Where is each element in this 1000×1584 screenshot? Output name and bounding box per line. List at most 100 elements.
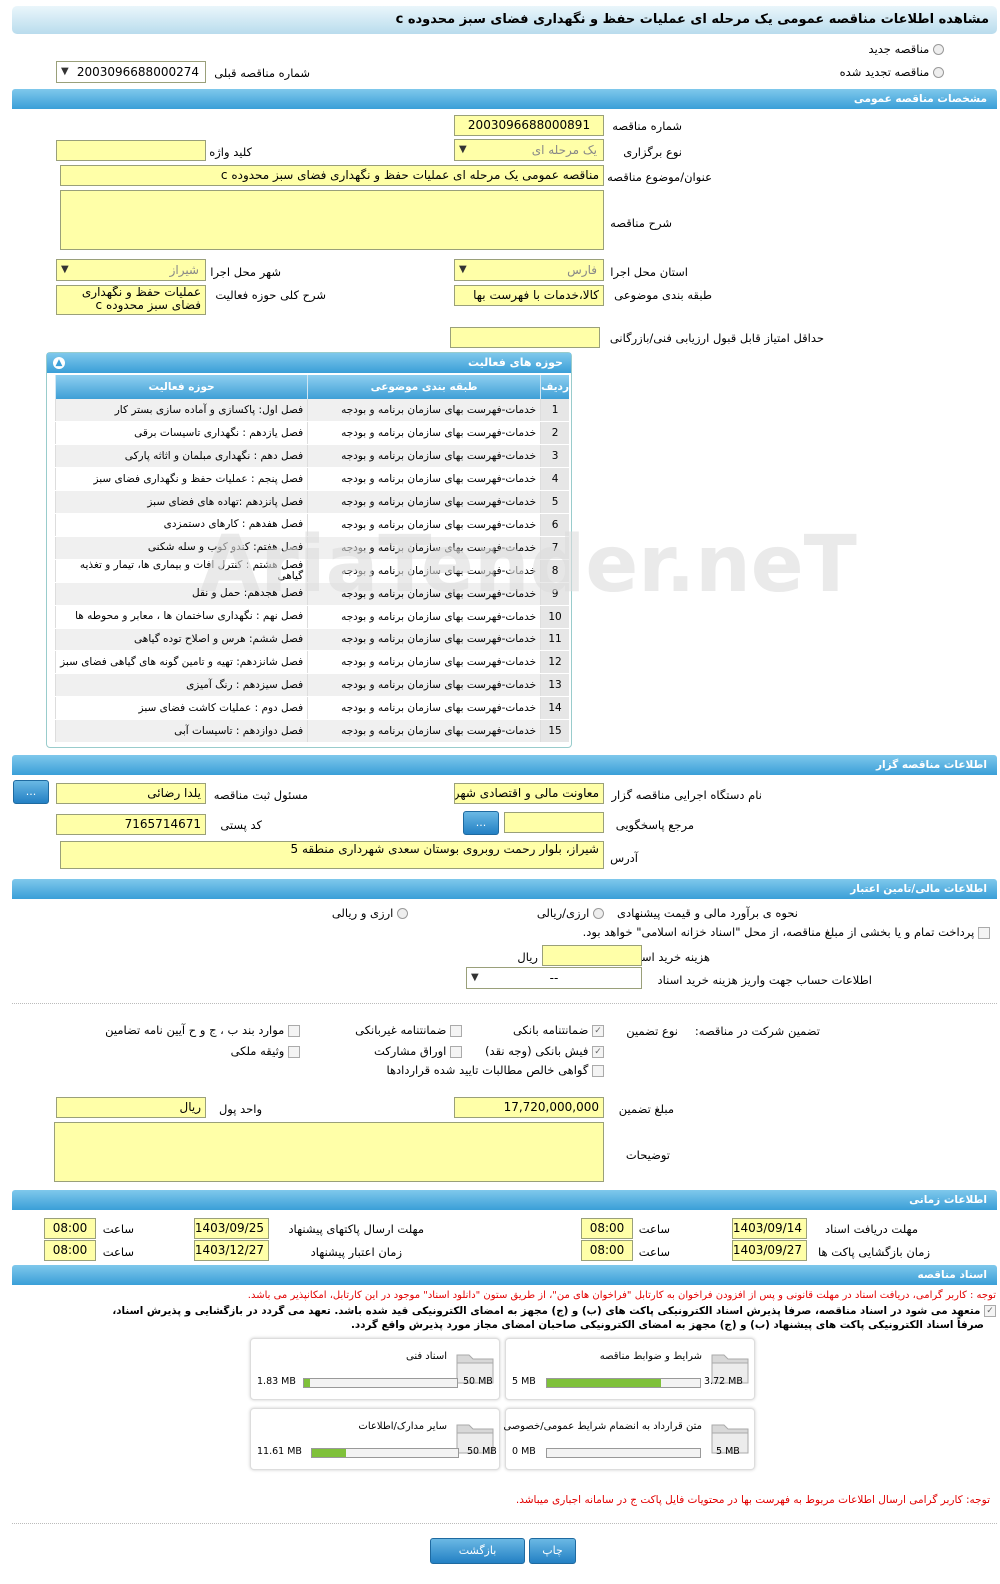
resp-lookup-button[interactable]: ... [13,780,49,804]
col-row[interactable]: ردیف [540,375,569,399]
row-activity: فصل هفتم: کندو کوب و سله شکنی [54,536,308,560]
doc-receive-time[interactable]: 08:00 [581,1218,633,1239]
table-row[interactable]: 13 خدمات-فهرست بهای سازمان برنامه و بودجه… [54,673,569,698]
chevron-down-icon: ▼ [471,972,479,983]
guarantee-opt-nonbank[interactable]: ضمانتنامه غیربانکی [355,1023,462,1037]
new-tender-option[interactable]: مناقصه جدید [869,42,944,56]
guarantee-checkbox[interactable] [450,1045,462,1058]
table-row[interactable]: 9 خدمات-فهرست بهای سازمان برنامه و بودجه ف… [54,582,569,606]
table-row[interactable]: 7 خدمات-فهرست بهای سازمان برنامه و بودجه ف… [54,536,569,560]
category-field[interactable]: کالا،خدمات با فهرست بها [454,285,604,306]
row-number: 1 [540,399,569,423]
estimate-option-2[interactable]: ارزی و ریالی [332,906,408,920]
send-date[interactable]: 1403/09/25 [194,1218,269,1239]
currency-field[interactable]: ریال [56,1097,206,1118]
doc-used: 0 MB [512,1446,536,1457]
doc-card[interactable]: متن قرارداد به انضمام شرایط عمومی/خصوصی … [503,1408,755,1470]
estimate-radio-1[interactable] [593,908,604,919]
table-row[interactable]: 12 خدمات-فهرست بهای سازمان برنامه و بودجه… [54,650,569,675]
send-time[interactable]: 08:00 [44,1218,96,1239]
table-row[interactable]: 4 خدمات-فهرست بهای سازمان برنامه و بودجه ف… [54,467,569,492]
valid-date[interactable]: 1403/12/27 [194,1240,269,1261]
table-row[interactable]: 2 خدمات-فهرست بهای سازمان برنامه و بودجه ف… [54,421,569,446]
table-row[interactable]: 14 خدمات-فهرست بهای سازمان برنامه و بودجه… [54,696,569,721]
doc-card[interactable]: اسناد فنی 1.83 MB 50 MB [250,1338,500,1400]
table-row[interactable]: 11 خدمات-فهرست بهای سازمان برنامه و بودجه… [54,628,569,652]
treasury-option[interactable]: پرداخت تمام و یا بخشی از مبلغ مناقصه، از… [583,925,990,939]
row-activity: فصل سیزدهم : رنگ آمیزی [54,673,308,698]
subject-field[interactable]: مناقصه عمومی یک مرحله ای عملیات حفظ و نگ… [60,165,604,186]
postal-field[interactable]: 7165714671 [56,814,206,835]
renewed-tender-option[interactable]: مناقصه تجدید شده [840,65,944,79]
ref-lookup-button[interactable]: ... [463,811,499,835]
table-row[interactable]: 1 خدمات-فهرست بهای سازمان برنامه و بودجه ف… [54,399,569,423]
estimate-radio-2[interactable] [397,908,408,919]
province-select[interactable]: فارس ▼ [454,259,604,281]
resp-field[interactable]: یلدا رضائی [56,783,206,804]
notes-textarea[interactable] [54,1122,604,1182]
tender-number-field[interactable]: 2003096688000891 [454,115,604,136]
min-score-field[interactable] [450,327,600,348]
guarantee-checkbox[interactable]: ✓ [592,1045,604,1058]
row-category: خدمات-فهرست بهای سازمان برنامه و بودجه [307,696,541,721]
guarantee-opt-bonds[interactable]: اوراق مشارکت [374,1044,462,1058]
guarantee-checkbox[interactable] [288,1045,300,1058]
guarantee-opt-cash[interactable]: ✓ فیش بانکی (وجه نقد) [485,1044,604,1058]
guarantee-opt-property[interactable]: وثیقه ملکی [231,1044,300,1058]
doc-used: 1.83 MB [257,1376,296,1387]
table-row[interactable]: 10 خدمات-فهرست بهای سازمان برنامه و بودجه… [54,605,569,629]
print-button[interactable]: چاپ [529,1538,576,1564]
guarantee-opt-label: فیش بانکی (وجه نقد) [485,1044,589,1058]
table-row[interactable]: 5 خدمات-فهرست بهای سازمان برنامه و بودجه ف… [54,490,569,514]
guarantee-checkbox[interactable] [592,1064,604,1077]
guarantee-opt-bank[interactable]: ✓ ضمانتنامه بانکی [513,1023,604,1037]
org-name-field[interactable]: معاونت مالی و اقتصادی شهرداری شیراز [454,783,604,804]
guarantee-opt-clauses[interactable]: موارد بند ب ، ج و ح آیین نامه تضامین [105,1023,300,1037]
new-tender-radio[interactable] [933,44,944,55]
amount-label: مبلغ تضمین [618,1102,674,1116]
doc-receive-date[interactable]: 1403/09/14 [732,1218,807,1239]
tender-type-select[interactable]: یک مرحله ای ▼ [454,139,604,161]
estimate-option-1[interactable]: ارزی/ریالی [537,906,604,920]
row-activity: فصل هجدهم: حمل و نقل [54,582,308,606]
table-row[interactable]: 3 خدمات-فهرست بهای سازمان برنامه و بودجه ف… [54,444,569,469]
keyword-field[interactable] [56,140,206,161]
col-category[interactable]: طبقه بندی موضوعی [307,375,541,399]
row-number: 3 [540,444,569,469]
treasury-checkbox[interactable] [978,926,990,939]
row-activity: فصل شانزدهم: تهیه و تامین گونه های گیاهی… [54,650,308,675]
amount-field[interactable]: 17,720,000,000 [454,1097,604,1118]
doc-fee-field[interactable] [542,945,642,966]
renewed-tender-radio[interactable] [933,67,944,78]
doc-card[interactable]: شرایط و ضوابط مناقصه 5 MB 3.72 MB [505,1338,755,1400]
city-select[interactable]: شیراز ▼ [56,259,206,281]
guarantee-checkbox[interactable] [288,1024,300,1037]
ref-field[interactable] [504,812,604,833]
table-row[interactable]: 15 خدمات-فهرست بهای سازمان برنامه و بودجه… [54,719,569,743]
commitment-checkbox[interactable]: ✓ [984,1305,996,1317]
back-button[interactable]: بازگشت [430,1538,525,1564]
guarantee-checkbox[interactable] [450,1024,462,1037]
address-field[interactable]: شیراز، بلوار رحمت روبروی بوستان سعدی شهر… [60,841,604,869]
scope-label: شرح کلی حوزه فعالیت [215,288,326,302]
doc-card[interactable]: سایر مدارک/اطلاعات 11.61 MB 50 MB [250,1408,500,1470]
open-time[interactable]: 08:00 [581,1240,633,1261]
prev-number-select[interactable]: 2003096688000274 ▼ [56,61,206,83]
scope-field[interactable]: عملیات حفظ و نگهداری فضای سبز محدوده c [56,285,206,315]
chevron-down-icon: ▼ [459,264,467,275]
valid-time[interactable]: 08:00 [44,1240,96,1261]
guarantee-opt-label: اوراق مشارکت [374,1044,447,1058]
account-select[interactable]: -- ▼ [466,967,642,989]
guarantee-opt-label: گواهی خالص مطالبات تایید شده قراردادها [386,1063,589,1077]
row-number: 12 [540,650,569,675]
table-row[interactable]: 8 خدمات-فهرست بهای سازمان برنامه و بودجه ف… [54,559,569,583]
doc-max: 5 MB [716,1446,740,1457]
open-date[interactable]: 1403/09/27 [732,1240,807,1261]
collapse-icon[interactable]: ▲ [53,357,65,369]
guarantee-opt-claims[interactable]: گواهی خالص مطالبات تایید شده قراردادها [386,1063,604,1077]
row-activity: فصل ششم: هرس و اصلاح توده گیاهی [54,628,308,652]
col-activity[interactable]: حوزه فعالیت [54,375,308,399]
guarantee-checkbox[interactable]: ✓ [592,1024,604,1037]
table-row[interactable]: 6 خدمات-فهرست بهای سازمان برنامه و بودجه ف… [54,513,569,537]
description-textarea[interactable] [60,190,604,250]
